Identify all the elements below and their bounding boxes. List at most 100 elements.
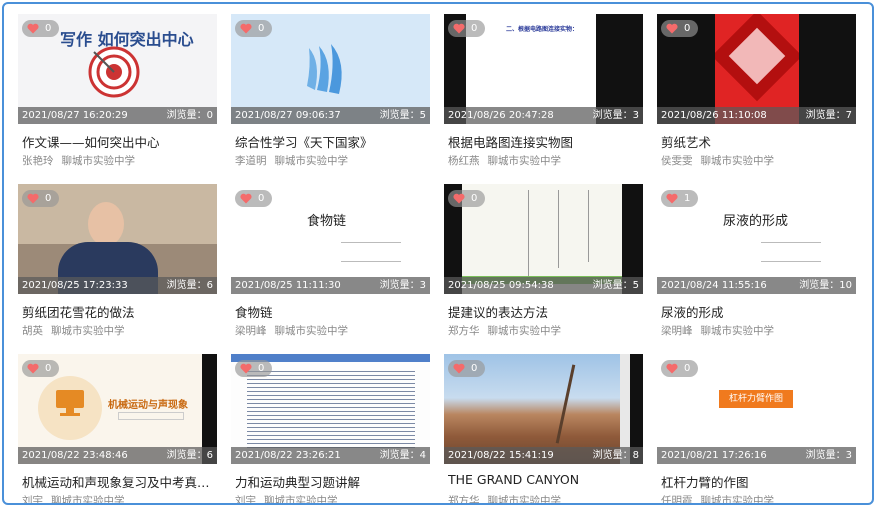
video-thumbnail[interactable]: 杠杆力臂作图 0 2021/08/21 17:26:16 浏览量：3 bbox=[657, 354, 856, 464]
video-card[interactable]: 0 2021/08/25 17:23:33 浏览量：6 剪纸团花雪花的做法 胡英聊… bbox=[18, 184, 217, 344]
video-meta: 刘宇 聊城市实验中学 bbox=[22, 493, 125, 505]
upload-date: 2021/08/22 23:26:21 bbox=[235, 450, 341, 461]
video-thumbnail[interactable]: 写作 如何突出中心 0 2021/08/27 16:20:29 浏览量：0 bbox=[18, 14, 217, 124]
view-count: 浏览量：5 bbox=[592, 280, 639, 291]
like-badge[interactable]: 0 bbox=[235, 360, 273, 377]
heart-icon bbox=[27, 363, 39, 374]
like-badge[interactable]: 0 bbox=[448, 20, 486, 37]
video-thumbnail[interactable]: 0 2021/08/22 15:41:19 浏览量：8 bbox=[444, 354, 643, 464]
video-title[interactable]: 尿液的形成 bbox=[661, 302, 856, 321]
video-title[interactable]: 剪纸团花雪花的做法 bbox=[22, 302, 217, 321]
video-thumbnail[interactable]: 0 2021/08/27 09:06:37 浏览量：5 bbox=[231, 14, 430, 124]
info-bar: 2021/08/24 11:55:16 浏览量：10 bbox=[657, 277, 856, 294]
video-card[interactable]: 杠杆力臂作图 0 2021/08/21 17:26:16 浏览量：3 杠杆力臂的作… bbox=[657, 354, 856, 505]
info-bar: 2021/08/27 09:06:37 浏览量：5 bbox=[231, 107, 430, 124]
thumbnail-caption: 杠杆力臂作图 bbox=[719, 390, 793, 408]
like-badge[interactable]: 1 bbox=[661, 190, 699, 207]
video-thumbnail[interactable]: 尿液的形成 1 2021/08/24 11:55:16 浏览量：10 bbox=[657, 184, 856, 294]
author-name: 李道明 bbox=[235, 155, 267, 167]
video-meta: 李道明 聊城市实验中学 bbox=[235, 153, 348, 168]
like-badge[interactable]: 0 bbox=[661, 360, 699, 377]
like-badge[interactable]: 0 bbox=[661, 20, 699, 37]
video-thumbnail[interactable]: 二、根据电路图连接实物： 0 2021/08/26 20:47:28 浏览量：3 bbox=[444, 14, 643, 124]
heart-icon bbox=[453, 23, 465, 34]
like-count: 0 bbox=[45, 23, 52, 34]
view-count: 浏览量：6 bbox=[166, 450, 213, 461]
video-thumbnail[interactable]: 0 2021/08/25 09:54:38 浏览量：5 bbox=[444, 184, 643, 294]
video-title[interactable]: 食物链 bbox=[235, 302, 430, 321]
like-badge[interactable]: 0 bbox=[22, 20, 60, 37]
like-badge[interactable]: 0 bbox=[235, 20, 273, 37]
upload-date: 2021/08/22 23:48:46 bbox=[22, 450, 128, 461]
info-bar: 2021/08/22 23:26:21 浏览量：4 bbox=[231, 447, 430, 464]
video-card[interactable]: 二、根据电路图连接实物： 0 2021/08/26 20:47:28 浏览量：3 … bbox=[444, 14, 643, 174]
video-title[interactable]: 根据电路图连接实物图 bbox=[448, 132, 643, 151]
video-title[interactable]: 机械运动和声现象复习及中考真题... bbox=[22, 472, 217, 491]
info-bar: 2021/08/25 09:54:38 浏览量：5 bbox=[444, 277, 643, 294]
video-thumbnail[interactable]: 0 2021/08/22 23:26:21 浏览量：4 bbox=[231, 354, 430, 464]
video-thumbnail[interactable]: 机械运动与声现象 0 2021/08/22 23:48:46 浏览量：6 bbox=[18, 354, 217, 464]
rope-line bbox=[558, 190, 559, 268]
school-name: 聊城市实验中学 bbox=[274, 155, 349, 167]
video-title[interactable]: 杠杆力臂的作图 bbox=[661, 472, 856, 491]
video-title[interactable]: THE GRAND CANYON bbox=[448, 472, 643, 487]
video-title[interactable]: 作文课——如何突出中心 bbox=[22, 132, 217, 151]
thumbnail-caption: 机械运动与声现象 bbox=[108, 400, 188, 411]
school-name: 聊城市实验中学 bbox=[51, 495, 125, 505]
heart-icon bbox=[240, 23, 252, 34]
video-card[interactable]: 0 2021/08/27 09:06:37 浏览量：5 综合性学习《天下国家》 李… bbox=[231, 14, 430, 174]
like-count: 1 bbox=[684, 193, 691, 204]
video-meta: 胡英 聊城市实验中学 bbox=[22, 323, 125, 338]
video-card[interactable]: 0 2021/08/22 23:26:21 浏览量：4 力和运动典型习题讲解 刘宇… bbox=[231, 354, 430, 503]
video-meta: 郑方华 聊城市实验中学 bbox=[448, 493, 562, 505]
author-name: 张艳玲 bbox=[22, 155, 54, 167]
author-name: 郑方华 bbox=[448, 495, 480, 505]
video-thumbnail[interactable]: 食物链 0 2021/08/25 11:11:30 浏览量：3 bbox=[231, 184, 430, 294]
view-count: 浏览量：6 bbox=[166, 280, 213, 291]
like-badge[interactable]: 0 bbox=[448, 190, 486, 207]
video-thumbnail[interactable]: 0 2021/08/26 11:10:08 浏览量：7 bbox=[657, 14, 856, 124]
video-meta: 刘宇 聊城市实验中学 bbox=[235, 493, 338, 503]
video-title[interactable]: 综合性学习《天下国家》 bbox=[235, 132, 430, 151]
view-count: 浏览量：7 bbox=[805, 110, 852, 121]
video-card[interactable]: 0 2021/08/26 11:10:08 浏览量：7 剪纸艺术 侯雯雯 聊城市实验… bbox=[657, 14, 856, 174]
heart-icon bbox=[666, 23, 678, 34]
like-badge[interactable]: 0 bbox=[22, 190, 60, 207]
video-card[interactable]: 写作 如何突出中心 0 2021/08/27 16:20:29 浏览量：0 作文课… bbox=[18, 14, 217, 174]
video-card[interactable]: 食物链 0 2021/08/25 11:11:30 浏览量：3 食物链 梁明峰 聊城… bbox=[231, 184, 430, 344]
heart-icon bbox=[453, 363, 465, 374]
video-title[interactable]: 提建议的表达方法 bbox=[448, 302, 643, 321]
heart-icon bbox=[27, 23, 39, 34]
info-bar: 2021/08/25 17:23:33 浏览量：6 bbox=[18, 277, 217, 294]
info-bar: 2021/08/25 11:11:30 浏览量：3 bbox=[231, 277, 430, 294]
school-name: 聊城市实验中学 bbox=[487, 495, 562, 505]
school-name: 聊城市实验中学 bbox=[487, 155, 562, 167]
author-name: 梁明峰 bbox=[661, 325, 693, 337]
view-count: 浏览量：0 bbox=[166, 110, 213, 121]
like-badge[interactable]: 0 bbox=[448, 360, 486, 377]
video-card[interactable]: 机械运动与声现象 0 2021/08/22 23:48:46 浏览量：6 机械运动… bbox=[18, 354, 217, 505]
heart-icon bbox=[453, 193, 465, 204]
like-count: 0 bbox=[258, 193, 265, 204]
school-name: 聊城市实验中学 bbox=[487, 325, 562, 337]
view-count: 浏览量：8 bbox=[592, 450, 639, 461]
upload-date: 2021/08/21 17:26:16 bbox=[661, 450, 767, 461]
author-name: 任明霞 bbox=[661, 495, 693, 505]
video-card[interactable]: 0 2021/08/22 15:41:19 浏览量：8 THE GRAND CAN… bbox=[444, 354, 643, 505]
video-thumbnail[interactable]: 0 2021/08/25 17:23:33 浏览量：6 bbox=[18, 184, 217, 294]
like-badge[interactable]: 0 bbox=[235, 190, 273, 207]
like-count: 0 bbox=[258, 363, 265, 374]
video-card[interactable]: 尿液的形成 1 2021/08/24 11:55:16 浏览量：10 尿液的形成 … bbox=[657, 184, 856, 344]
video-meta: 梁明峰 聊城市实验中学 bbox=[661, 323, 774, 338]
video-title[interactable]: 力和运动典型习题讲解 bbox=[235, 472, 430, 491]
author-name: 杨红燕 bbox=[448, 155, 480, 167]
upload-date: 2021/08/22 15:41:19 bbox=[448, 450, 554, 461]
school-name: 聊城市实验中学 bbox=[700, 325, 775, 337]
like-badge[interactable]: 0 bbox=[22, 360, 60, 377]
upload-date: 2021/08/25 11:11:30 bbox=[235, 280, 341, 291]
video-title[interactable]: 剪纸艺术 bbox=[661, 132, 856, 151]
upload-date: 2021/08/26 11:10:08 bbox=[661, 110, 767, 121]
video-card[interactable]: 0 2021/08/25 09:54:38 浏览量：5 提建议的表达方法 郑方华聊… bbox=[444, 184, 643, 344]
like-count: 0 bbox=[471, 193, 478, 204]
video-meta: 张艳玲 聊城市实验中学 bbox=[22, 153, 135, 168]
